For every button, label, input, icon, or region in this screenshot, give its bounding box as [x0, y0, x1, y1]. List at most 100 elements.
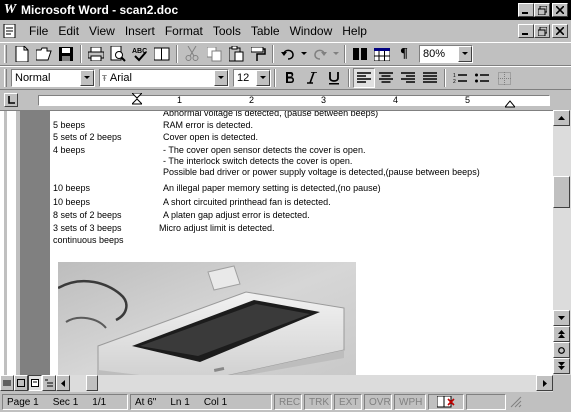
scroll-up-button[interactable] — [553, 110, 570, 126]
numbering-button[interactable]: 12 — [449, 68, 471, 88]
menu-table[interactable]: Table — [246, 24, 285, 38]
italic-button[interactable] — [301, 68, 323, 88]
doc-minimize-button[interactable] — [518, 24, 534, 38]
restore-button[interactable] — [534, 3, 550, 17]
undo-dropdown-button[interactable] — [299, 44, 309, 64]
research-button[interactable] — [151, 44, 173, 64]
horizontal-scroll-row — [0, 375, 571, 392]
undo-button[interactable] — [277, 44, 299, 64]
chevron-up-icon — [558, 116, 565, 120]
justify-button[interactable] — [419, 68, 441, 88]
bullets-button[interactable] — [471, 68, 493, 88]
pilcrow-icon: ¶ — [400, 46, 408, 61]
font-select[interactable]: Ŧ Arial — [99, 69, 229, 87]
bulleted-list-icon — [475, 73, 489, 83]
select-browse-object-button[interactable] — [553, 342, 570, 358]
font-size-select[interactable]: 12 — [233, 69, 271, 87]
insert-table-button[interactable] — [371, 44, 393, 64]
minimize-button[interactable] — [518, 3, 534, 17]
horizontal-scrollbar[interactable] — [70, 375, 553, 392]
menu-view[interactable]: View — [84, 24, 120, 38]
tab-selector-button[interactable] — [4, 93, 18, 107]
paste-button[interactable] — [225, 44, 247, 64]
zoom-dropdown-arrow[interactable] — [458, 46, 472, 62]
outline-view-button[interactable] — [42, 375, 56, 391]
scroll-down-button[interactable] — [553, 310, 570, 326]
align-right-icon — [401, 72, 415, 83]
vertical-scrollbar[interactable] — [553, 110, 571, 375]
format-painter-button[interactable] — [247, 44, 269, 64]
align-center-button[interactable] — [375, 68, 397, 88]
cut-button[interactable] — [181, 44, 203, 64]
redo-button[interactable] — [309, 44, 331, 64]
vertical-scroll-thumb[interactable] — [553, 176, 570, 208]
font-size-dropdown-arrow[interactable] — [256, 70, 270, 86]
status-position-panel[interactable]: Page 1 Sec 1 1/1 — [2, 394, 128, 410]
beep-count: continuous beeps — [53, 235, 124, 245]
align-right-button[interactable] — [397, 68, 419, 88]
style-value: Normal — [15, 72, 51, 84]
status-ext[interactable]: EXT — [334, 394, 362, 410]
next-page-button[interactable] — [553, 358, 570, 374]
ruler-strip[interactable]: 1 2 3 4 5 — [38, 93, 550, 108]
print-layout-button[interactable] — [28, 375, 42, 391]
horizontal-scroll-thumb[interactable] — [86, 375, 98, 391]
close-button[interactable] — [552, 3, 568, 17]
document-menu-icon[interactable] — [2, 23, 18, 39]
scroll-left-button[interactable] — [56, 375, 70, 391]
spelling-button[interactable]: ABC — [129, 44, 151, 64]
status-cursor-panel[interactable]: At 6" Ln 1 Col 1 — [130, 394, 272, 410]
normal-view-button[interactable] — [0, 375, 14, 391]
double-chevron-up-icon — [558, 330, 565, 338]
web-layout-button[interactable] — [14, 375, 28, 391]
bold-button[interactable] — [279, 68, 301, 88]
menu-file[interactable]: File — [24, 24, 53, 38]
align-left-button[interactable] — [353, 68, 375, 88]
double-chevron-down-icon — [558, 362, 565, 370]
copy-button[interactable] — [203, 44, 225, 64]
partial-line: Abnormal voltage is detected, (pause bet… — [163, 110, 379, 118]
menu-window[interactable]: Window — [285, 24, 338, 38]
open-button[interactable] — [33, 44, 55, 64]
previous-page-button[interactable] — [553, 326, 570, 342]
status-rec[interactable]: REC — [274, 394, 302, 410]
zoom-select[interactable]: 80% — [419, 45, 473, 63]
menu-help[interactable]: Help — [337, 24, 372, 38]
word-app-icon[interactable]: W — [3, 2, 17, 17]
status-ovr[interactable]: OVR — [364, 394, 392, 410]
redo-dropdown-button[interactable] — [331, 44, 341, 64]
columns-icon — [353, 48, 367, 60]
save-button[interactable] — [55, 44, 77, 64]
underline-button[interactable] — [323, 68, 345, 88]
print-preview-button[interactable] — [107, 44, 129, 64]
style-dropdown-arrow[interactable] — [80, 70, 94, 86]
show-formatting-button[interactable]: ¶ — [393, 44, 415, 64]
menu-tools[interactable]: Tools — [208, 24, 246, 38]
status-trk[interactable]: TRK — [304, 394, 332, 410]
scissors-icon — [185, 46, 199, 61]
left-indent-marker[interactable] — [132, 93, 142, 108]
toolbar-separator — [272, 45, 274, 63]
spelling-status[interactable] — [428, 394, 464, 410]
font-dropdown-arrow[interactable] — [214, 70, 228, 86]
new-document-button[interactable] — [11, 44, 33, 64]
menu-insert[interactable]: Insert — [120, 24, 160, 38]
vertical-ruler-strip[interactable] — [7, 111, 16, 375]
page[interactable]: Abnormal voltage is detected, (pause bet… — [50, 111, 553, 375]
right-indent-marker[interactable] — [505, 99, 515, 108]
toolbar-separator — [274, 69, 276, 87]
printer-photo[interactable] — [58, 262, 356, 375]
menu-format[interactable]: Format — [160, 24, 208, 38]
toolbar-grip[interactable] — [4, 45, 7, 63]
columns-button[interactable] — [349, 44, 371, 64]
style-select[interactable]: Normal — [11, 69, 95, 87]
menu-edit[interactable]: Edit — [53, 24, 84, 38]
resize-grip-icon[interactable] — [510, 396, 522, 408]
status-wph[interactable]: WPH — [394, 394, 426, 410]
doc-close-button[interactable] — [552, 24, 568, 38]
borders-button[interactable] — [493, 68, 515, 88]
scroll-right-button[interactable] — [536, 375, 553, 391]
doc-restore-button[interactable] — [534, 24, 550, 38]
toolbar-grip[interactable] — [4, 69, 7, 87]
print-button[interactable] — [85, 44, 107, 64]
